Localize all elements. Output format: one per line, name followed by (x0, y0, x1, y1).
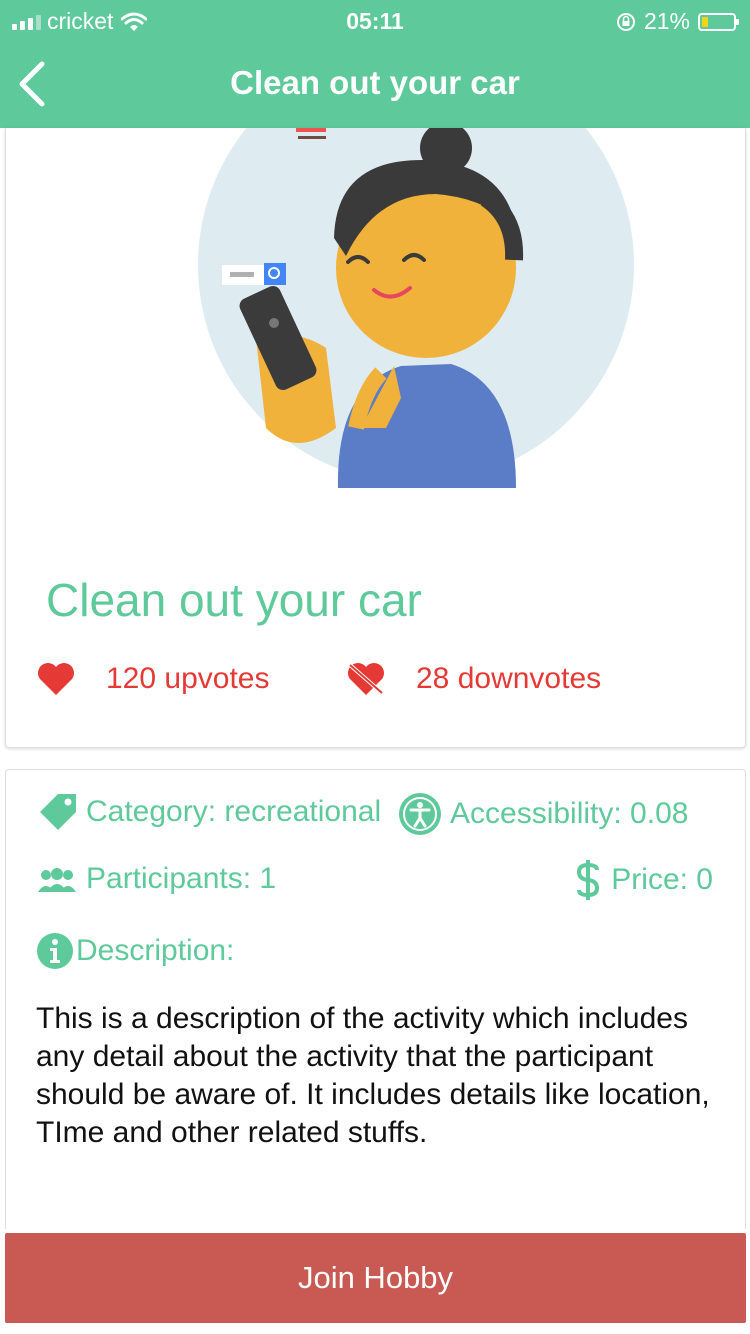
upvote-button[interactable]: 120 upvotes (36, 661, 269, 697)
category-text: Category: recreational (86, 795, 382, 828)
nav-bar: Clean out your car (0, 40, 750, 128)
price-text: Price: 0 (611, 863, 713, 896)
upvote-count: 120 upvotes (106, 662, 270, 695)
accessibility-text: Accessibility: 0.08 (450, 797, 689, 830)
accessibility-icon (399, 793, 441, 835)
price-row: Price: 0 (575, 858, 713, 902)
accessibility-row: Accessibility: 0.08 (398, 792, 688, 836)
participants-row: Participants: 1 (36, 862, 276, 896)
rotation-lock-icon (616, 12, 635, 31)
dollar-icon (577, 860, 600, 900)
page-title: Clean out your car (230, 64, 520, 101)
downvote-button[interactable]: 28 downvotes (346, 661, 601, 697)
vote-row: 120 upvotes 28 downvotes (36, 661, 716, 705)
heart-icon (38, 663, 74, 695)
status-bar: cricket 05:11 21% (0, 0, 750, 40)
users-icon (38, 868, 76, 892)
status-right: 21% (616, 8, 739, 35)
activity-title: Clean out your car (46, 574, 422, 626)
description-text: This is a description of the activity wh… (36, 1002, 710, 1149)
participants-text: Participants: 1 (86, 862, 277, 895)
downvote-count: 28 downvotes (416, 662, 602, 695)
info-icon (37, 933, 73, 969)
description-label-row: Description: (36, 932, 234, 970)
description-label: Description: (76, 934, 235, 967)
activity-card: Clean out your car 120 upvotes 28 downvo… (5, 128, 746, 748)
activity-illustration (198, 128, 634, 488)
tag-icon (40, 794, 76, 830)
battery-icon (698, 12, 739, 31)
join-hobby-button[interactable]: Join Hobby (5, 1233, 746, 1323)
broken-heart-icon (348, 663, 384, 695)
details-card: Category: recreational Accessibility: 0.… (5, 769, 746, 1229)
battery-percent: 21% (643, 8, 690, 34)
category-row: Category: recreational (36, 792, 396, 832)
